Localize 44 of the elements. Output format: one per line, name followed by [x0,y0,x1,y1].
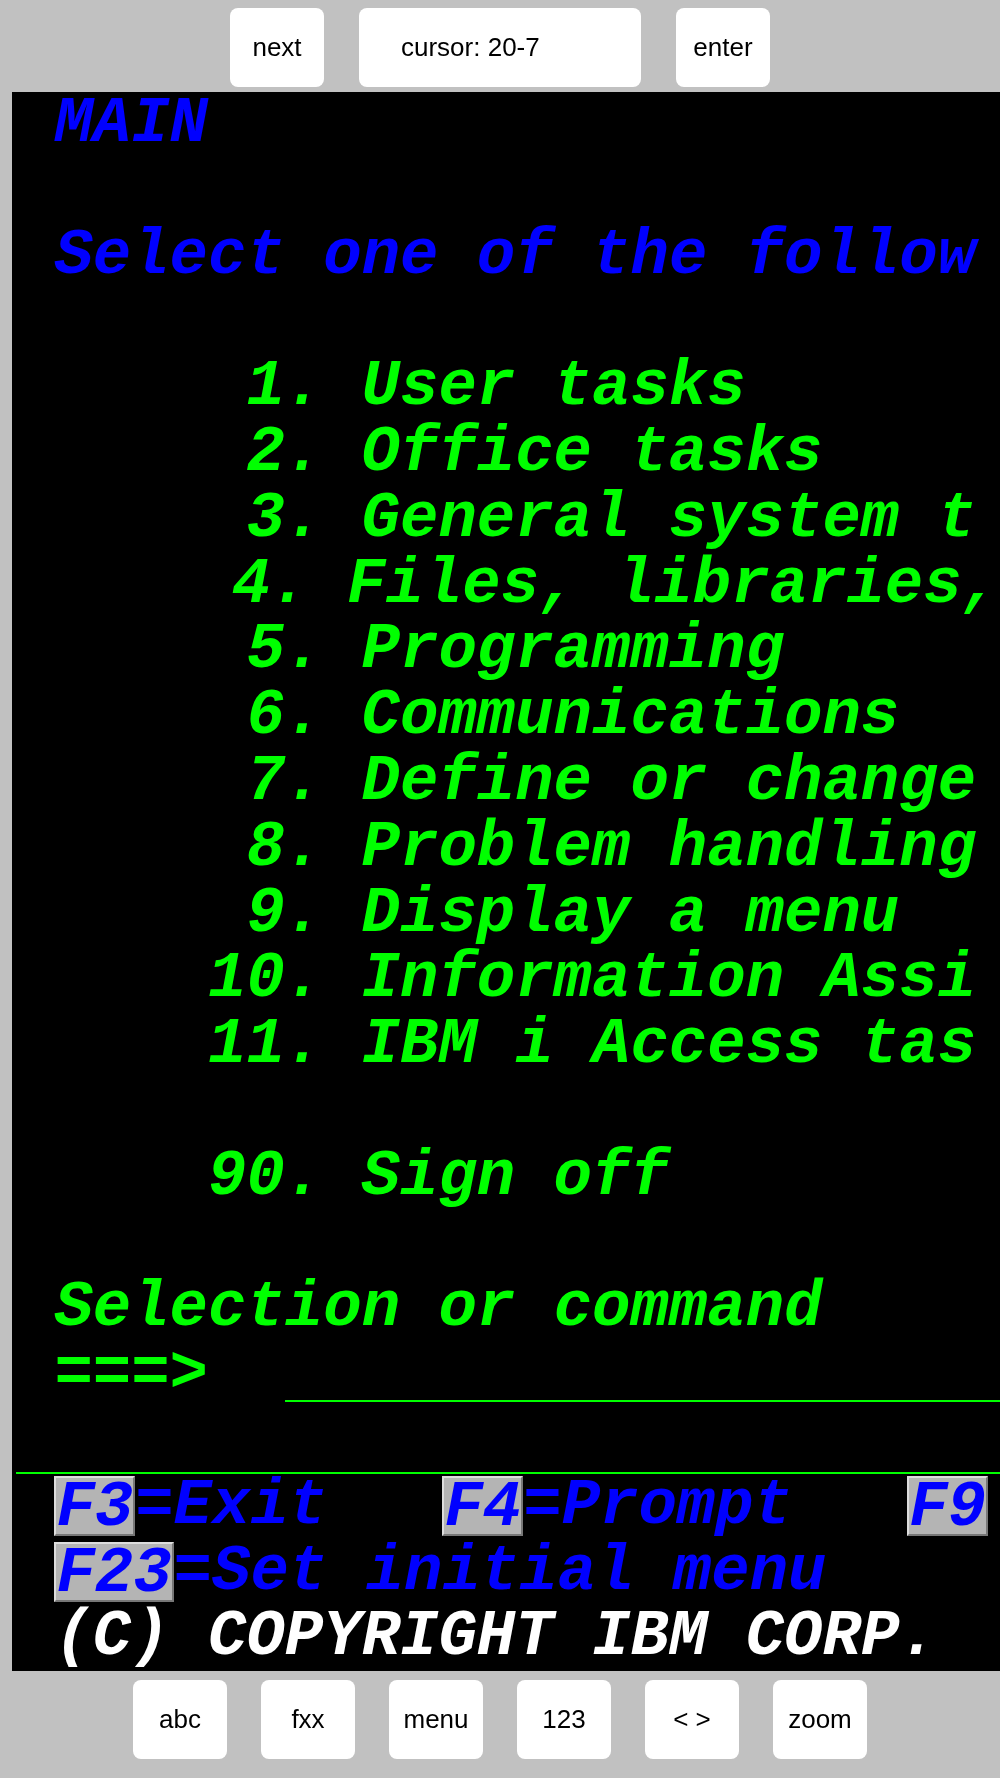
option-number: 8. [245,815,324,882]
option-number: 9. [245,881,324,948]
menu-option[interactable]: Communications [361,684,900,750]
function-key[interactable]: F3 [54,1475,136,1536]
keyboard-mode-button[interactable]: abc [133,1680,227,1759]
menu-option[interactable]: Problem handling [361,815,977,882]
function-key[interactable]: F4 [442,1475,524,1536]
cursor-position-field: cursor: 20-7 [359,8,641,87]
option-number: 90. [208,1144,324,1211]
menu-option[interactable]: Files, libraries, [347,552,1000,619]
command-label: Selection or command [54,1276,823,1343]
function-key-label: =Set initial menu [173,1539,827,1606]
menu-option[interactable]: User tasks [361,355,746,421]
keyboard-mode-button[interactable]: zoom [773,1680,867,1759]
option-number: 1. [245,355,324,421]
option-number: 3. [245,486,324,553]
option-number: 6. [245,684,324,750]
option-number: 5. [245,618,324,685]
keyboard-mode-button[interactable]: 123 [517,1680,611,1759]
menu-option[interactable]: Display a menu [361,881,900,948]
copyright-notice: (C) COPYRIGHT IBM CORP. [54,1605,938,1671]
screen-title: MAIN [54,92,208,158]
menu-prompt: Select one of the follow [54,223,977,290]
menu-option[interactable]: General system t [361,486,977,553]
option-number: 11. [208,1013,324,1079]
keyboard-mode-button[interactable]: fxx [261,1680,355,1759]
option-number: 7. [245,749,324,816]
option-number: 4. [230,552,309,619]
function-key-label: =Exit [135,1473,328,1540]
option-number: 10. [208,947,324,1014]
menu-option[interactable]: Programming [361,618,785,685]
function-key-label: =Prompt [523,1473,793,1540]
option-number: 2. [245,421,324,487]
menu-option[interactable]: Define or change [361,749,977,816]
keyboard-mode-button[interactable]: menu [389,1680,483,1759]
function-key[interactable]: F23 [54,1541,174,1602]
command-arrow: ===> [54,1342,208,1408]
menu-option[interactable]: Information Assi [361,947,977,1014]
menu-option[interactable]: Office tasks [361,421,823,487]
menu-option[interactable]: IBM i Access tas [361,1013,977,1079]
function-key[interactable]: F9 [907,1475,989,1536]
enter-button[interactable]: enter [676,8,770,87]
next-button[interactable]: next [230,8,324,87]
keyboard-mode-button[interactable]: < > [645,1680,739,1759]
